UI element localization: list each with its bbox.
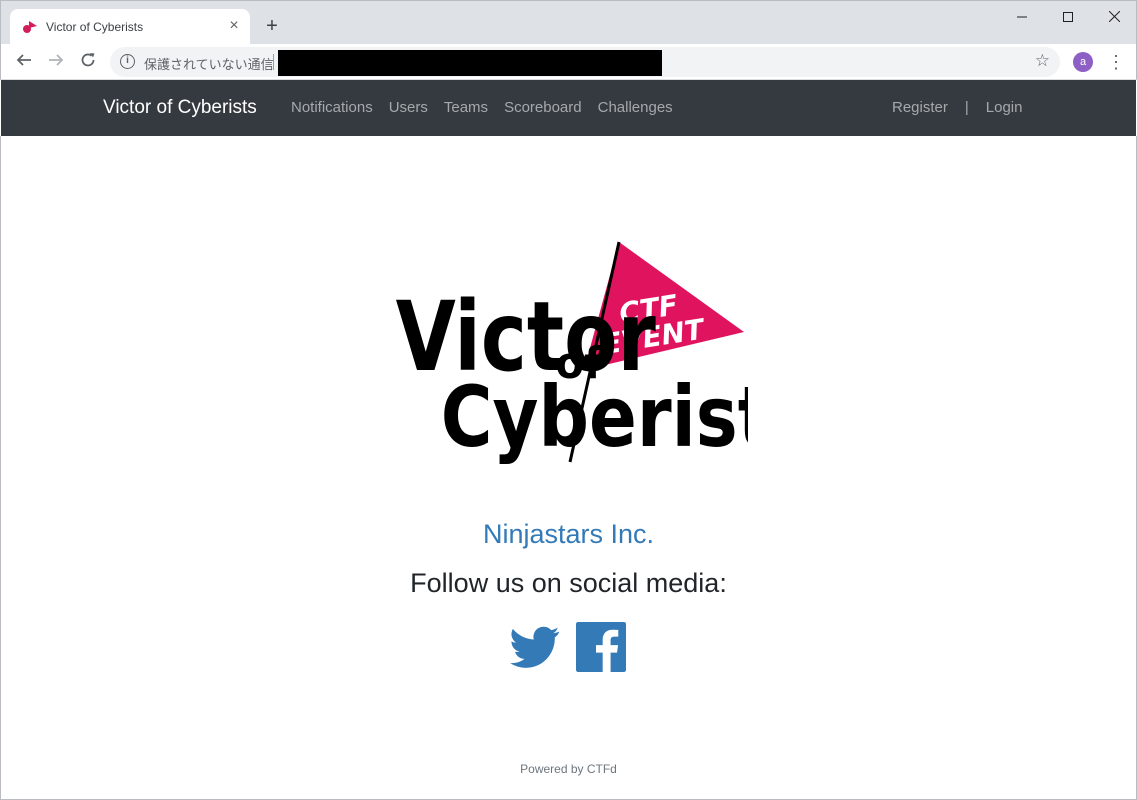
new-tab-button[interactable]: + bbox=[261, 15, 283, 37]
reload-icon[interactable] bbox=[76, 50, 100, 74]
footer-powered-by[interactable]: Powered by CTFd bbox=[0, 762, 1137, 776]
nav-link-teams[interactable]: Teams bbox=[444, 99, 488, 116]
browser-toolbar: i 保護されていない通信 ☆ a ⋮ bbox=[0, 44, 1137, 80]
event-logo: CTF EVENT Victor of Cyberists bbox=[396, 241, 748, 464]
window-maximize-button[interactable] bbox=[1045, 5, 1091, 29]
tab-title: Victor of Cyberists bbox=[46, 20, 144, 34]
navbar-auth: Register | Login bbox=[892, 99, 1022, 116]
bookmark-star-icon[interactable]: ☆ bbox=[1035, 51, 1050, 71]
facebook-icon[interactable] bbox=[574, 622, 628, 672]
navbar-links: Notifications Users Teams Scoreboard Cha… bbox=[291, 99, 673, 116]
browser-menu-icon[interactable]: ⋮ bbox=[1107, 50, 1125, 74]
register-link[interactable]: Register bbox=[892, 99, 948, 116]
forward-arrow-icon[interactable] bbox=[44, 50, 68, 74]
nav-link-notifications[interactable]: Notifications bbox=[291, 99, 373, 116]
address-bar[interactable]: i 保護されていない通信 ☆ bbox=[110, 47, 1060, 77]
logo-word-cyberists: Cyberists bbox=[441, 369, 748, 464]
close-icon bbox=[1108, 10, 1120, 23]
nav-link-scoreboard[interactable]: Scoreboard bbox=[504, 99, 582, 116]
security-status-text: 保護されていない通信 bbox=[144, 57, 274, 72]
site-favicon-icon bbox=[23, 21, 37, 33]
follow-heading: Follow us on social media: bbox=[410, 568, 727, 598]
site-navbar: Victor of Cyberists Notifications Users … bbox=[1, 80, 1136, 136]
navbar-separator: | bbox=[964, 99, 969, 116]
browser-tab[interactable]: Victor of Cyberists × bbox=[10, 9, 250, 45]
url-divider bbox=[273, 54, 274, 70]
tab-close-icon[interactable]: × bbox=[226, 18, 242, 34]
navbar-brand[interactable]: Victor of Cyberists bbox=[103, 97, 257, 119]
nav-link-users[interactable]: Users bbox=[389, 99, 428, 116]
maximize-icon bbox=[1063, 12, 1073, 22]
profile-avatar[interactable]: a bbox=[1073, 52, 1093, 72]
login-link[interactable]: Login bbox=[986, 99, 1023, 116]
social-links bbox=[508, 622, 628, 672]
back-arrow-icon[interactable] bbox=[12, 50, 36, 74]
nav-link-challenges[interactable]: Challenges bbox=[598, 99, 673, 116]
page-content bbox=[0, 136, 1137, 800]
minimize-icon bbox=[1017, 16, 1027, 18]
twitter-icon[interactable] bbox=[508, 622, 562, 672]
browser-tab-strip: Victor of Cyberists × + bbox=[0, 0, 1137, 45]
window-close-button[interactable] bbox=[1091, 5, 1137, 29]
info-icon[interactable]: i bbox=[120, 54, 135, 69]
url-redacted[interactable] bbox=[278, 50, 662, 76]
window-minimize-button[interactable] bbox=[999, 5, 1045, 29]
organization-link[interactable]: Ninjastars Inc. bbox=[0, 519, 1137, 550]
